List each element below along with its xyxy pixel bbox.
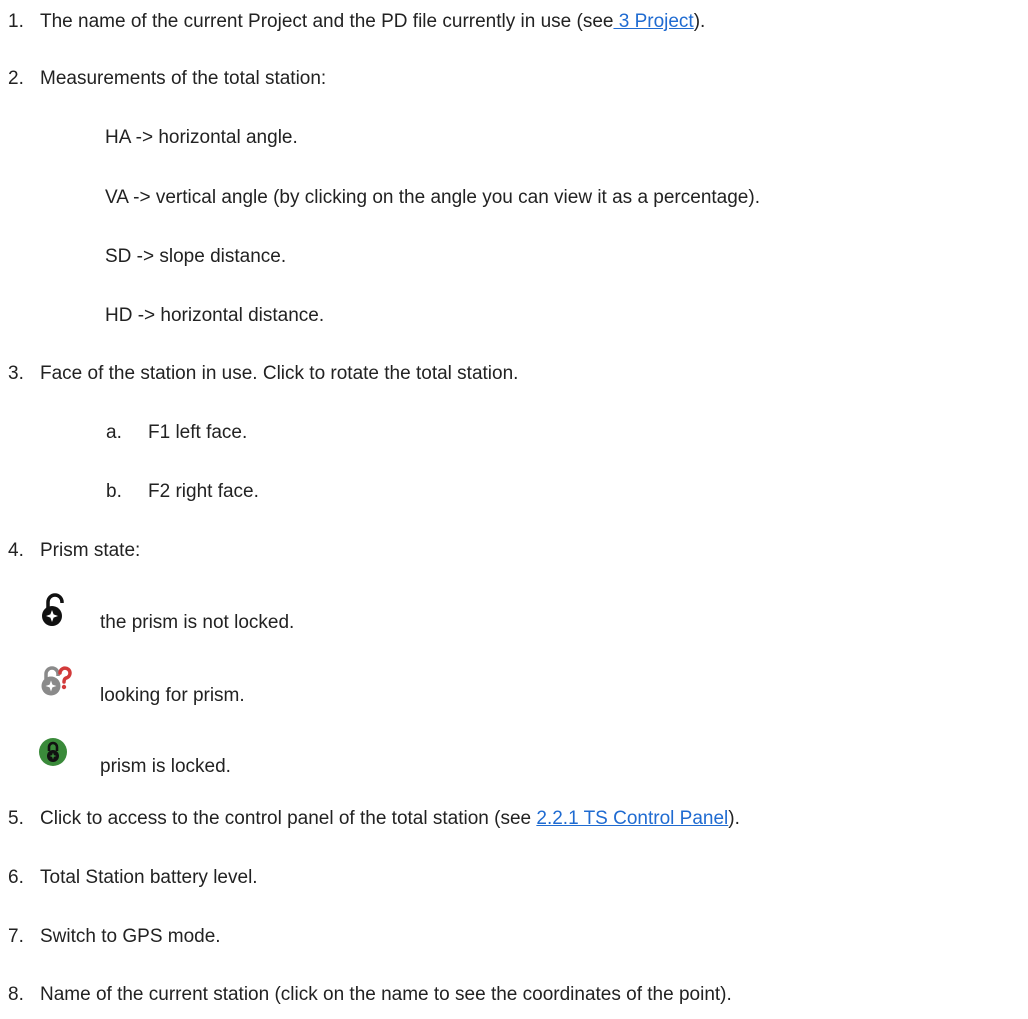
locked-padlock-icon <box>39 738 67 766</box>
item-text-after: ). <box>693 11 706 32</box>
list-number: 1. <box>8 11 24 32</box>
project-link[interactable]: 3 Project <box>613 11 694 32</box>
prism-state-locked: prism is locked. <box>38 738 438 781</box>
list-number: 6. <box>8 867 24 888</box>
item-text: Measurements of the total station: <box>40 68 327 89</box>
item-text: Click to access to the control panel of … <box>40 808 537 829</box>
item-text-after: ). <box>728 808 740 829</box>
prism-state-unlocked: the prism is not locked. <box>38 593 438 639</box>
item-text: Prism state: <box>40 540 141 561</box>
list-number: 4. <box>8 540 24 561</box>
item-text: Name of the current station (click on th… <box>40 984 732 1005</box>
list-number: 7. <box>8 926 24 947</box>
list-number: 2. <box>8 68 24 89</box>
list-number: 3. <box>8 363 24 384</box>
item-text: Face of the station in use. Click to rot… <box>40 363 519 384</box>
searching-padlock-icon <box>41 666 72 696</box>
item-text: Total Station battery level. <box>40 867 258 888</box>
prism-state-searching: looking for prism. <box>38 666 438 710</box>
ts-control-panel-link[interactable]: 2.2.1 TS Control Panel <box>536 808 728 829</box>
list-number: 5. <box>8 808 24 829</box>
list-number: 8. <box>8 984 24 1005</box>
item-text: The name of the current Project and the … <box>40 11 614 32</box>
unlocked-padlock-icon <box>42 593 64 626</box>
document: 1. The name of the current Project and t… <box>8 11 760 1005</box>
item-text: Switch to GPS mode. <box>40 926 221 947</box>
